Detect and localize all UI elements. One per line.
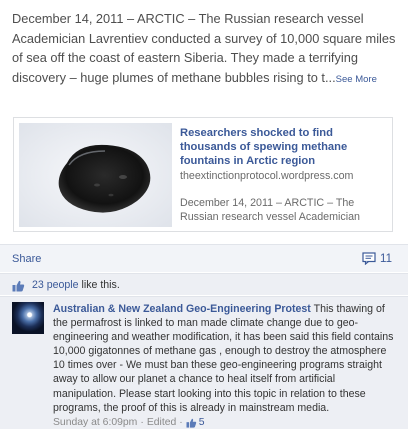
methane-hole-image bbox=[19, 123, 172, 227]
comment-author-link[interactable]: Australian & New Zealand Geo-Engineering… bbox=[53, 303, 311, 315]
meta-separator-2: · bbox=[179, 416, 183, 428]
thumbs-up-icon bbox=[12, 279, 25, 297]
comment-item: Australian & New Zealand Geo-Engineering… bbox=[0, 296, 408, 429]
likes-summary: 23 people like this. bbox=[0, 273, 408, 295]
post-action-bar: Share 11 bbox=[0, 244, 408, 272]
link-preview-card[interactable]: Researchers shocked to find thousands of… bbox=[13, 117, 393, 232]
comment-count-button[interactable]: 11 bbox=[362, 252, 392, 265]
comment-body: Australian & New Zealand Geo-Engineering… bbox=[53, 302, 399, 429]
share-button[interactable]: Share bbox=[12, 253, 41, 265]
link-title[interactable]: Researchers shocked to find thousands of… bbox=[180, 126, 388, 168]
comment-likes-button[interactable]: 5 bbox=[186, 416, 205, 429]
likes-people-link[interactable]: 23 people bbox=[32, 279, 79, 291]
comment-text: This thawing of the permafrost is linked… bbox=[53, 303, 394, 414]
meta-separator: · bbox=[140, 416, 144, 428]
avatar[interactable] bbox=[12, 302, 44, 334]
likes-suffix: like this. bbox=[78, 279, 120, 291]
link-thumbnail[interactable] bbox=[19, 123, 172, 227]
comment-timestamp[interactable]: Sunday at 6:09pm bbox=[53, 416, 137, 429]
comment-count: 11 bbox=[380, 252, 392, 265]
comment-bubble-icon bbox=[362, 252, 376, 265]
comment-meta: Sunday at 6:09pm · Edited · 5 bbox=[53, 416, 399, 429]
likes-text: 23 people like this. bbox=[32, 279, 120, 291]
link-domain: theextinctionprotocol.wordpress.com bbox=[180, 170, 354, 182]
comment-content: Australian & New Zealand Geo-Engineering… bbox=[53, 302, 399, 415]
edited-link[interactable]: Edited bbox=[147, 416, 176, 429]
link-description: December 14, 2011 – ARCTIC – The Russian… bbox=[180, 197, 360, 223]
thumbs-up-icon bbox=[186, 418, 196, 428]
comment-like-count: 5 bbox=[198, 416, 205, 428]
see-more-link[interactable]: See More bbox=[336, 74, 377, 85]
post-text-block: December 14, 2011 – ARCTIC – The Russian… bbox=[12, 9, 398, 89]
link-info: Researchers shocked to find thousands of… bbox=[180, 126, 388, 224]
